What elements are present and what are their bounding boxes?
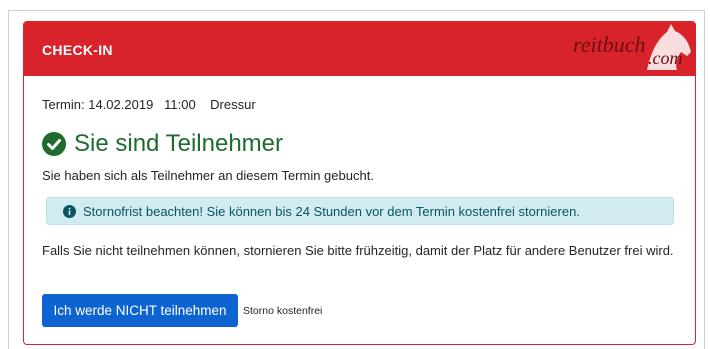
check-circle-icon: [42, 132, 66, 156]
cancel-participation-button[interactable]: Ich werde NICHT teilnehmen: [42, 294, 238, 327]
alert-text: Stornofrist beachten! Sie können bis 24 …: [83, 203, 580, 219]
storno-note: Storno kostenfrei: [243, 305, 323, 317]
header-title: CHECK-IN: [42, 42, 113, 58]
status-title: Sie sind Teilnehmer: [74, 130, 284, 157]
cancel-info-text: Falls Sie nicht teilnehmen können, storn…: [42, 243, 674, 258]
termin-info: Termin: 14.02.2019 11:00 Dressur: [42, 97, 256, 112]
logo-suffix: .com: [648, 48, 683, 68]
card-header: CHECK-IN reitbuch .com: [24, 22, 695, 76]
reitbuch-logo: reitbuch .com: [573, 22, 693, 72]
checkin-card: CHECK-IN reitbuch .com Termin: 14.02.201…: [23, 21, 696, 345]
info-circle-icon: [63, 204, 76, 218]
logo-text: reitbuch: [573, 32, 646, 57]
storno-alert: Stornofrist beachten! Sie können bis 24 …: [46, 197, 674, 225]
status-heading: Sie sind Teilnehmer: [42, 127, 283, 161]
booked-message: Sie haben sich als Teilnehmer an diesem …: [42, 168, 374, 183]
